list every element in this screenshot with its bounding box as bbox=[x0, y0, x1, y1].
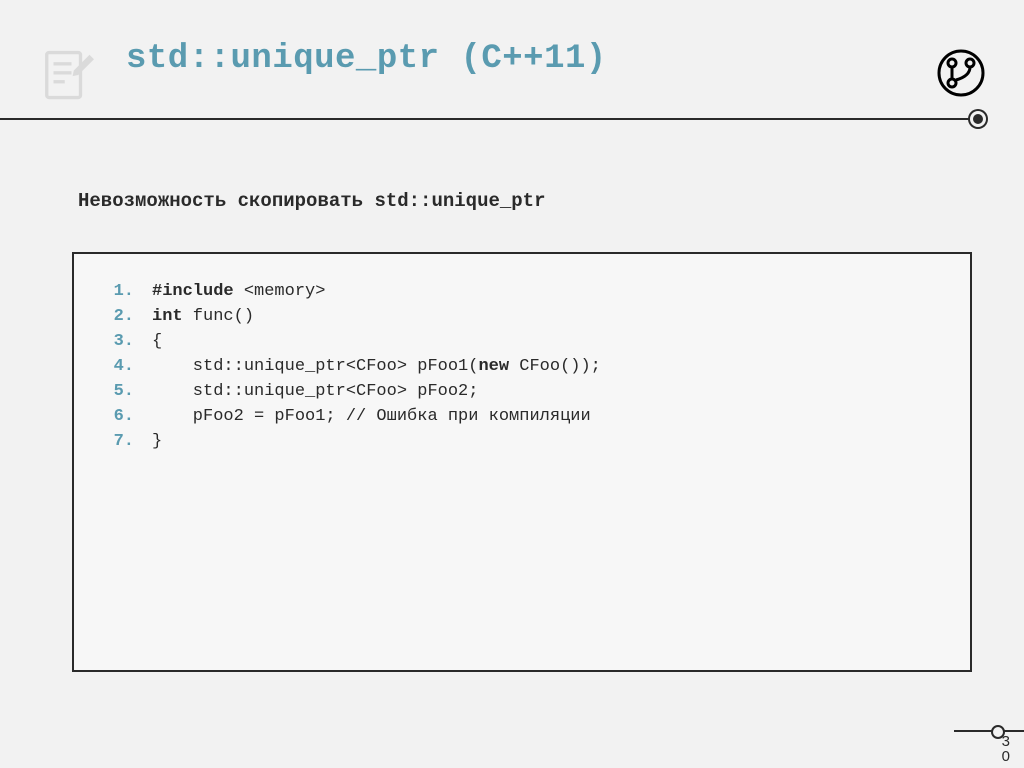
edit-icon bbox=[40, 48, 94, 102]
header-divider bbox=[0, 118, 976, 120]
divider-node bbox=[970, 111, 986, 127]
code-line: 7. } bbox=[98, 432, 946, 457]
code-line: 1. #include <memory> bbox=[98, 282, 946, 307]
slide-title: std::unique_ptr (C++11) bbox=[126, 40, 1024, 78]
code-line: 2. int func() bbox=[98, 307, 946, 332]
line-number: 4. bbox=[98, 357, 134, 376]
slide-header: std::unique_ptr (C++11) bbox=[0, 0, 1024, 78]
git-branch-icon bbox=[936, 48, 986, 98]
line-number: 5. bbox=[98, 382, 134, 401]
line-number: 2. bbox=[98, 307, 134, 326]
line-number: 1. bbox=[98, 282, 134, 301]
footer-line bbox=[954, 730, 1024, 732]
slide-subtitle: Невозможность скопировать std::unique_pt… bbox=[78, 190, 545, 212]
code-line: 4. std::unique_ptr<CFoo> pFoo1(new CFoo(… bbox=[98, 357, 946, 382]
code-line: 3. { bbox=[98, 332, 946, 357]
code-block: 1. #include <memory> 2. int func() 3. { … bbox=[72, 252, 972, 672]
page-number: 3 0 bbox=[1002, 734, 1010, 764]
line-number: 3. bbox=[98, 332, 134, 351]
code-line: 5. std::unique_ptr<CFoo> pFoo2; bbox=[98, 382, 946, 407]
line-number: 6. bbox=[98, 407, 134, 426]
code-line: 6. pFoo2 = pFoo1; // Ошибка при компиляц… bbox=[98, 407, 946, 432]
line-number: 7. bbox=[98, 432, 134, 451]
